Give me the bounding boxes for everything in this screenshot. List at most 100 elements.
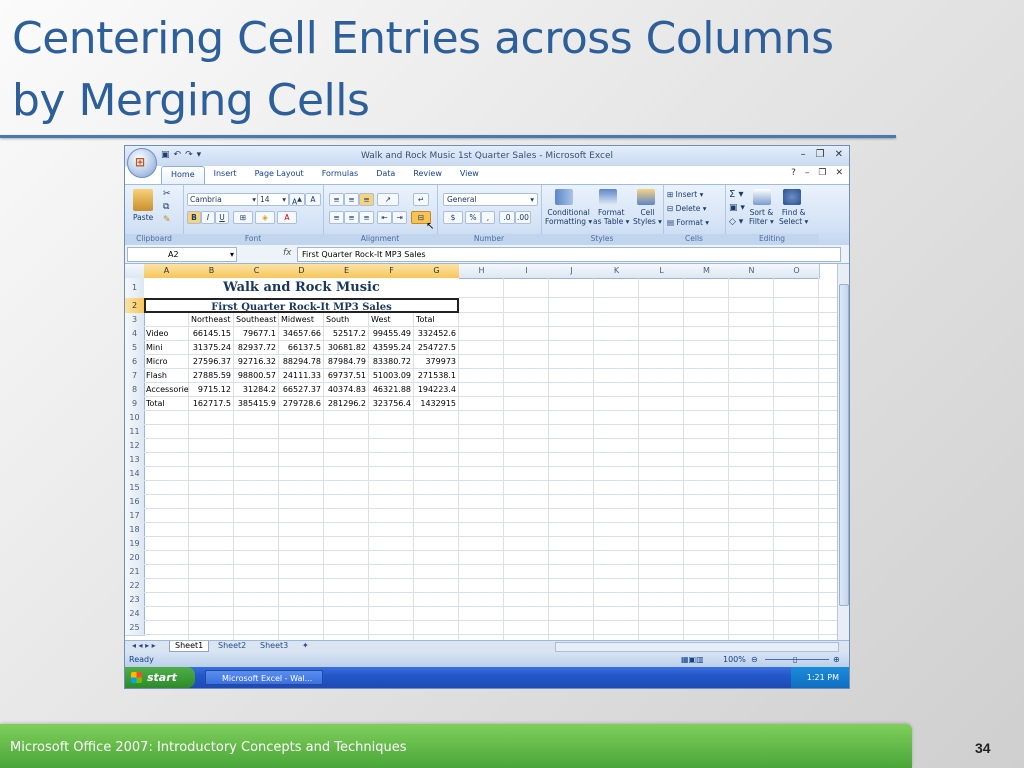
data-cell[interactable]: 31284.2 [234, 383, 278, 397]
column-label-cell[interactable]: West [371, 313, 414, 327]
column-header[interactable]: M [684, 264, 730, 279]
data-cell[interactable]: 279728.6 [279, 397, 323, 411]
data-cell[interactable]: 69737.51 [324, 369, 368, 383]
row-label-cell[interactable]: Accessorie [146, 383, 191, 397]
data-cell[interactable]: 30681.82 [324, 341, 368, 355]
data-cell[interactable]: 92716.32 [234, 355, 278, 369]
conditional-formatting-icon[interactable] [555, 189, 573, 205]
copy-icon[interactable]: ⧉ [163, 202, 169, 212]
data-cell[interactable]: 40374.83 [324, 383, 368, 397]
row-header[interactable]: 21 [125, 565, 145, 580]
paste-label[interactable]: Paste [133, 213, 153, 222]
column-label-cell[interactable]: South [326, 313, 369, 327]
tab-review[interactable]: Review [404, 166, 451, 184]
row-header[interactable]: 4 [125, 327, 145, 342]
row-header[interactable]: 6 [125, 355, 145, 370]
vertical-scrollbar[interactable] [837, 264, 849, 640]
number-format-select[interactable]: General ▾ [443, 193, 538, 206]
comma-button[interactable]: , [481, 211, 495, 224]
sheet-nav-icon[interactable]: ◂ ◂ ▸ ▸ [127, 641, 161, 651]
data-cell[interactable]: 88294.78 [279, 355, 323, 369]
data-cell[interactable]: 43595.24 [369, 341, 413, 355]
data-cell[interactable]: 323756.4 [369, 397, 413, 411]
data-cell[interactable]: 379973 [414, 355, 458, 369]
italic-icon[interactable]: I [201, 211, 215, 224]
data-cell[interactable]: 24111.33 [279, 369, 323, 383]
data-cell[interactable]: 271538.1 [414, 369, 458, 383]
data-cell[interactable]: 31375.24 [189, 341, 233, 355]
cell-styles-icon[interactable] [637, 189, 655, 205]
formula-input[interactable]: First Quarter Rock-It MP3 Sales [297, 247, 841, 262]
currency-button[interactable]: $ [443, 211, 463, 224]
conditional-formatting-button[interactable]: Conditional Formatting ▾ [545, 208, 592, 226]
sort-filter-button[interactable]: Sort & Filter ▾ [749, 208, 774, 226]
insert-function-icon[interactable]: fx [283, 248, 292, 258]
row-header[interactable]: 12 [125, 439, 145, 454]
office-button[interactable]: ⊞ [127, 148, 157, 178]
column-header[interactable]: E [324, 264, 370, 279]
data-cell[interactable]: 98800.57 [234, 369, 278, 383]
autosum-icon[interactable]: Σ ▾ [729, 189, 744, 200]
format-cells-button[interactable]: ▤ Format ▾ [667, 218, 709, 227]
row-label-cell[interactable]: Total [146, 397, 191, 411]
taskbar-item-excel[interactable]: Microsoft Excel - Wal... [205, 670, 323, 685]
decrease-decimal-icon[interactable]: .00 [515, 211, 531, 224]
data-cell[interactable]: 99455.49 [369, 327, 413, 341]
orientation-icon[interactable]: ↗ [377, 193, 399, 206]
tab-sheet2[interactable]: Sheet2 [213, 641, 251, 651]
column-header[interactable]: G [414, 264, 460, 279]
column-header[interactable]: I [504, 264, 550, 279]
data-cell[interactable]: 34657.66 [279, 327, 323, 341]
select-all-corner[interactable] [125, 264, 145, 279]
tab-data[interactable]: Data [367, 166, 404, 184]
column-header[interactable]: O [774, 264, 820, 279]
row-header[interactable]: 2 [125, 298, 145, 314]
tab-sheet1[interactable]: Sheet1 [169, 641, 210, 652]
font-color-icon[interactable]: A [277, 211, 297, 224]
borders-icon[interactable]: ⊞ [233, 211, 253, 224]
shrink-font-icon[interactable]: A [305, 193, 321, 206]
data-cell[interactable]: 66527.37 [279, 383, 323, 397]
column-header[interactable]: N [729, 264, 775, 279]
format-as-table-button[interactable]: Format as Table ▾ [593, 208, 629, 226]
tab-page-layout[interactable]: Page Layout [246, 166, 313, 184]
underline-icon[interactable]: U [215, 211, 229, 224]
format-painter-icon[interactable]: ✎ [163, 215, 171, 225]
horizontal-scrollbar[interactable] [555, 642, 839, 652]
row-header[interactable]: 17 [125, 509, 145, 524]
row-header[interactable]: 5 [125, 341, 145, 356]
tab-view[interactable]: View [451, 166, 488, 184]
binoculars-icon[interactable] [783, 189, 801, 205]
paste-icon[interactable] [133, 189, 153, 211]
align-right-icon[interactable]: ≡ [359, 211, 374, 224]
data-cell[interactable]: 254727.5 [414, 341, 458, 355]
increase-decimal-icon[interactable]: .0 [499, 211, 515, 224]
fill-color-icon[interactable]: ◈ [255, 211, 275, 224]
column-label-cell[interactable]: Southeast [236, 313, 279, 327]
tab-home[interactable]: Home [161, 166, 205, 184]
clear-icon[interactable]: ◇ ▾ [729, 217, 743, 227]
column-label-cell[interactable]: Midwest [281, 313, 324, 327]
data-cell[interactable]: 52517.2 [324, 327, 368, 341]
data-cell[interactable]: 82937.72 [234, 341, 278, 355]
row-label-cell[interactable]: Flash [146, 369, 191, 383]
align-center-icon[interactable]: ≡ [344, 211, 359, 224]
data-cell[interactable]: 79677.1 [234, 327, 278, 341]
column-header[interactable]: L [639, 264, 685, 279]
row-header[interactable]: 22 [125, 579, 145, 594]
row-label-cell[interactable]: Mini [146, 341, 191, 355]
fill-icon[interactable]: ▣ ▾ [729, 203, 745, 213]
column-header[interactable]: D [279, 264, 325, 279]
data-cell[interactable]: 281296.2 [324, 397, 368, 411]
row-header[interactable]: 10 [125, 411, 145, 426]
zoom-slider-thumb[interactable]: ▯ [793, 652, 797, 667]
row-header[interactable]: 8 [125, 383, 145, 398]
align-left-icon[interactable]: ≡ [329, 211, 344, 224]
name-box[interactable]: A2 ▾ [127, 247, 237, 262]
row-header[interactable]: 24 [125, 607, 145, 622]
column-label-cell[interactable]: Total [416, 313, 459, 327]
row-header[interactable]: 9 [125, 397, 145, 412]
data-cell[interactable]: 1432915 [414, 397, 458, 411]
wrap-text-icon[interactable]: ↵ [413, 193, 429, 206]
row-header[interactable]: 19 [125, 537, 145, 552]
